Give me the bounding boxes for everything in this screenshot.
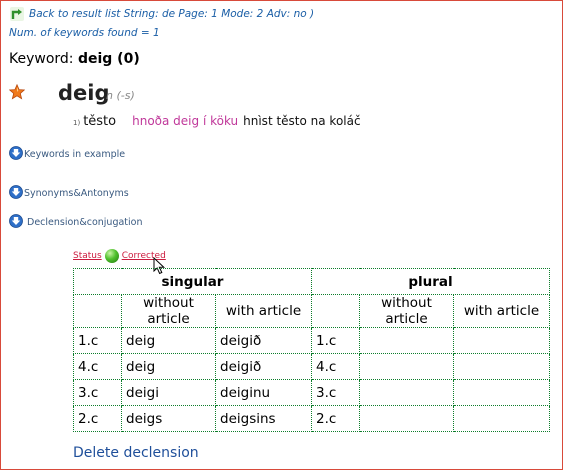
blue-down-arrow-icon (9, 214, 23, 228)
declension-conjugation-toggle[interactable]: Declension&conjugation (9, 214, 143, 228)
translation: těsto (83, 114, 117, 129)
sense-number: 1) (73, 119, 81, 127)
return-arrow-icon[interactable] (9, 6, 25, 22)
singular-without-article-cell[interactable]: deig (121, 353, 216, 380)
table-subheader-row: without article with article without art… (73, 294, 550, 328)
keywords-in-example-toggle[interactable]: Keywords in example (9, 146, 125, 160)
table-cell (73, 294, 122, 328)
table-row: 3.c deigi deiginu 3.c (73, 379, 550, 406)
plural-case-cell: 1.c (311, 327, 360, 354)
singular-header: singular (73, 268, 312, 295)
green-ball-icon (104, 249, 119, 263)
keywords-in-example-label: Keywords in example (24, 149, 126, 160)
case-cell: 3.c (73, 379, 122, 406)
singular-with-article-cell[interactable]: deiginu (215, 379, 312, 406)
keyword-line: Keyword: deig (0) (9, 51, 140, 67)
plural-without-article-cell[interactable] (359, 379, 454, 406)
singular-without-article-cell[interactable]: deig (121, 327, 216, 354)
grammar-info: n (-s) (106, 89, 135, 102)
star-icon[interactable] (9, 84, 25, 100)
singular-without-article-header: without article (121, 294, 216, 328)
plural-without-article-cell[interactable] (359, 327, 454, 354)
synonyms-antonyms-toggle[interactable]: Synonyms&Antonyms (9, 185, 129, 199)
plural-without-article-cell[interactable] (359, 353, 454, 380)
table-row: 1.c deig deigið 1.c (73, 327, 550, 354)
plural-case-cell: 3.c (311, 379, 360, 406)
table-row: 4.c deig deigið 4.c (73, 353, 550, 380)
sense-row: 1) těsto hnoða deig í köku hnìst těsto n… (73, 114, 361, 129)
plural-case-cell: 2.c (311, 405, 360, 432)
plural-case-cell: 4.c (311, 353, 360, 380)
plural-without-article-header: without article (359, 294, 454, 328)
plural-with-article-header: with article (453, 294, 550, 328)
keyword-label: Keyword: (9, 51, 78, 67)
example-translation: hnìst těsto na koláč (243, 114, 361, 128)
delete-declension-link[interactable]: Delete declension (73, 445, 199, 461)
singular-with-article-cell[interactable]: deigið (215, 353, 312, 380)
singular-without-article-cell[interactable]: deigi (121, 379, 216, 406)
blue-down-arrow-icon (9, 146, 23, 160)
singular-with-article-cell[interactable]: deigið (215, 327, 312, 354)
keywords-found-count: Num. of keywords found = 1 (9, 27, 160, 39)
plural-with-article-cell[interactable] (453, 327, 550, 354)
table-cell (311, 294, 360, 328)
table-header-row: singular plural (73, 268, 550, 295)
headword: deig (58, 81, 110, 105)
plural-without-article-cell[interactable] (359, 405, 454, 432)
singular-with-article-cell[interactable]: deigsins (215, 405, 312, 432)
plural-with-article-cell[interactable] (453, 379, 550, 406)
back-to-results-link[interactable]: Back to result list String: de Page: 1 M… (29, 8, 314, 20)
declension-table: singular plural without article with art… (73, 268, 550, 432)
table-row: 2.c deigs deigsins 2.c (73, 405, 550, 432)
status-link[interactable]: Status (73, 251, 102, 261)
case-cell: 1.c (73, 327, 122, 354)
blue-down-arrow-icon (9, 185, 23, 199)
plural-header: plural (311, 268, 550, 295)
singular-with-article-header: with article (215, 294, 312, 328)
status-row: Status Corrected (73, 249, 166, 263)
plural-with-article-cell[interactable] (453, 353, 550, 380)
case-cell: 4.c (73, 353, 122, 380)
back-row: Back to result list String: de Page: 1 M… (9, 5, 314, 23)
singular-without-article-cell[interactable]: deigs (121, 405, 216, 432)
plural-with-article-cell[interactable] (453, 405, 550, 432)
example-source: hnoða deig í köku (132, 114, 239, 128)
declension-conjugation-label: Declension&conjugation (24, 217, 143, 228)
synonyms-antonyms-label: Synonyms&Antonyms (24, 188, 129, 199)
keyword-value: deig (0) (77, 51, 140, 67)
case-cell: 2.c (73, 405, 122, 432)
